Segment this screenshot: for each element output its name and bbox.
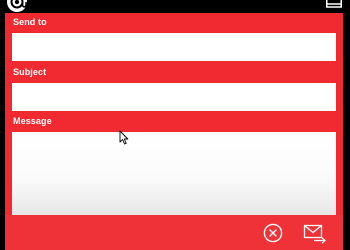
action-bar bbox=[5, 215, 343, 250]
title-bar bbox=[0, 0, 350, 13]
at-sign-icon bbox=[7, 0, 27, 12]
subject-input[interactable] bbox=[12, 83, 336, 111]
message-textarea[interactable] bbox=[12, 132, 336, 215]
message-label: Message bbox=[13, 116, 52, 126]
send-to-label: Send to bbox=[13, 17, 47, 27]
close-circle-icon[interactable] bbox=[263, 223, 283, 243]
send-to-input[interactable] bbox=[12, 33, 336, 61]
mouse-cursor-icon bbox=[119, 130, 129, 145]
window-control-icon[interactable] bbox=[326, 0, 342, 8]
envelope-send-icon[interactable] bbox=[303, 222, 327, 244]
subject-label: Subject bbox=[13, 67, 47, 77]
email-compose-window: Send to Subject Message bbox=[0, 0, 350, 250]
